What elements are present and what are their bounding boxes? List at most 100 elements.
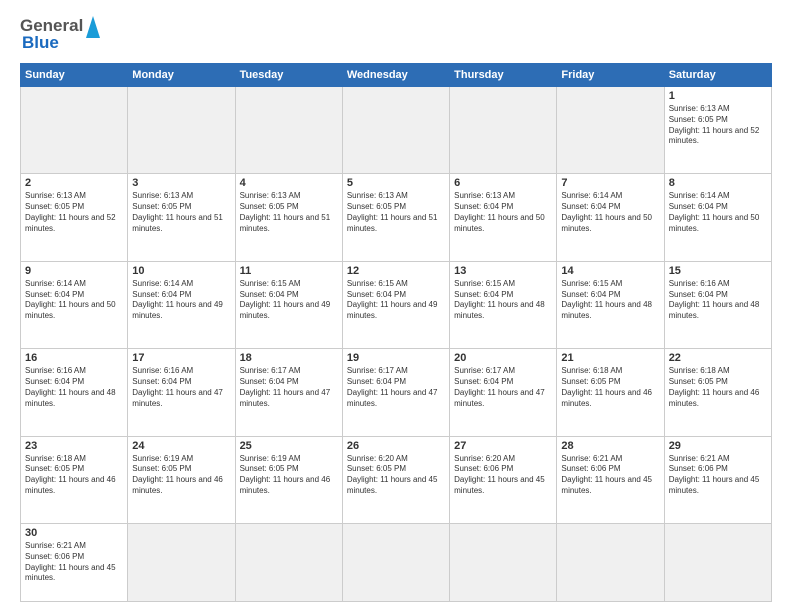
page: General Blue SundayMondayTuesdayWednesda… xyxy=(0,0,792,612)
calendar-week-row: 30Sunrise: 6:21 AMSunset: 6:06 PMDayligh… xyxy=(21,524,772,602)
calendar-day-cell: 3 Sunrise: 6:13 AMSunset: 6:05 PMDaylight… xyxy=(128,174,235,261)
header: General Blue xyxy=(20,16,772,53)
calendar-day-cell: 18Sunrise: 6:17 AMSunset: 6:04 PMDayligh… xyxy=(235,349,342,436)
day-info: Sunrise: 6:19 AMSunset: 6:05 PMDaylight:… xyxy=(240,454,338,497)
calendar-day-cell xyxy=(664,524,771,602)
calendar-header-row: SundayMondayTuesdayWednesdayThursdayFrid… xyxy=(21,64,772,87)
calendar-col-header: Monday xyxy=(128,64,235,87)
calendar-day-cell xyxy=(557,524,664,602)
day-info: Sunrise: 6:17 AMSunset: 6:04 PMDaylight:… xyxy=(454,366,552,409)
calendar-day-cell: 16 Sunrise: 6:16 AMSunset: 6:04 PMDayligh… xyxy=(21,349,128,436)
calendar-day-cell xyxy=(21,87,128,174)
day-number: 21 xyxy=(561,352,659,364)
day-info: Sunrise: 6:18 AMSunset: 6:05 PMDaylight:… xyxy=(669,366,767,409)
day-number: 3 xyxy=(132,177,230,189)
calendar-day-cell: 7 Sunrise: 6:14 AMSunset: 6:04 PMDaylight… xyxy=(557,174,664,261)
day-number: 1 xyxy=(669,90,767,102)
calendar-day-cell: 4 Sunrise: 6:13 AMSunset: 6:05 PMDaylight… xyxy=(235,174,342,261)
day-info: Sunrise: 6:13 AMSunset: 6:05 PMDaylight:… xyxy=(669,104,767,147)
calendar-col-header: Tuesday xyxy=(235,64,342,87)
day-info: Sunrise: 6:21 AMSunset: 6:06 PMDaylight:… xyxy=(25,541,123,584)
calendar-day-cell xyxy=(342,524,449,602)
calendar-day-cell: 1 Sunrise: 6:13 AMSunset: 6:05 PMDaylight… xyxy=(664,87,771,174)
logo-triangle-icon xyxy=(86,16,100,38)
day-number: 2 xyxy=(25,177,123,189)
day-info: Sunrise: 6:17 AMSunset: 6:04 PMDaylight:… xyxy=(347,366,445,409)
day-info: Sunrise: 6:14 AMSunset: 6:04 PMDaylight:… xyxy=(25,279,123,322)
day-info: Sunrise: 6:18 AMSunset: 6:05 PMDaylight:… xyxy=(561,366,659,409)
day-number: 26 xyxy=(347,440,445,452)
day-number: 28 xyxy=(561,440,659,452)
day-number: 6 xyxy=(454,177,552,189)
day-number: 16 xyxy=(25,352,123,364)
day-number: 15 xyxy=(669,265,767,277)
calendar-col-header: Wednesday xyxy=(342,64,449,87)
day-number: 14 xyxy=(561,265,659,277)
calendar-day-cell xyxy=(450,524,557,602)
day-number: 10 xyxy=(132,265,230,277)
day-number: 9 xyxy=(25,265,123,277)
calendar-col-header: Thursday xyxy=(450,64,557,87)
day-number: 23 xyxy=(25,440,123,452)
calendar-day-cell: 20 Sunrise: 6:17 AMSunset: 6:04 PMDayligh… xyxy=(450,349,557,436)
day-info: Sunrise: 6:13 AMSunset: 6:05 PMDaylight:… xyxy=(132,191,230,234)
day-number: 8 xyxy=(669,177,767,189)
day-info: Sunrise: 6:15 AMSunset: 6:04 PMDaylight:… xyxy=(454,279,552,322)
calendar-table: SundayMondayTuesdayWednesdayThursdayFrid… xyxy=(20,63,772,602)
day-number: 25 xyxy=(240,440,338,452)
day-number: 7 xyxy=(561,177,659,189)
day-info: Sunrise: 6:16 AMSunset: 6:04 PMDaylight:… xyxy=(25,366,123,409)
calendar-week-row: 23Sunrise: 6:18 AMSunset: 6:05 PMDayligh… xyxy=(21,436,772,523)
calendar-day-cell: 25 Sunrise: 6:19 AMSunset: 6:05 PMDayligh… xyxy=(235,436,342,523)
day-info: Sunrise: 6:13 AMSunset: 6:04 PMDaylight:… xyxy=(454,191,552,234)
day-info: Sunrise: 6:14 AMSunset: 6:04 PMDaylight:… xyxy=(561,191,659,234)
day-number: 11 xyxy=(240,265,338,277)
calendar-day-cell: 2Sunrise: 6:13 AMSunset: 6:05 PMDaylight… xyxy=(21,174,128,261)
calendar-day-cell: 21 Sunrise: 6:18 AMSunset: 6:05 PMDayligh… xyxy=(557,349,664,436)
calendar-day-cell: 5 Sunrise: 6:13 AMSunset: 6:05 PMDaylight… xyxy=(342,174,449,261)
day-info: Sunrise: 6:13 AMSunset: 6:05 PMDaylight:… xyxy=(347,191,445,234)
day-number: 17 xyxy=(132,352,230,364)
calendar-day-cell: 12 Sunrise: 6:15 AMSunset: 6:04 PMDayligh… xyxy=(342,261,449,348)
calendar-day-cell: 29 Sunrise: 6:21 AMSunset: 6:06 PMDayligh… xyxy=(664,436,771,523)
calendar-day-cell: 15Sunrise: 6:16 AMSunset: 6:04 PMDayligh… xyxy=(664,261,771,348)
day-info: Sunrise: 6:20 AMSunset: 6:05 PMDaylight:… xyxy=(347,454,445,497)
day-info: Sunrise: 6:13 AMSunset: 6:05 PMDaylight:… xyxy=(240,191,338,234)
day-info: Sunrise: 6:21 AMSunset: 6:06 PMDaylight:… xyxy=(669,454,767,497)
calendar-day-cell: 13 Sunrise: 6:15 AMSunset: 6:04 PMDayligh… xyxy=(450,261,557,348)
day-number: 27 xyxy=(454,440,552,452)
day-info: Sunrise: 6:19 AMSunset: 6:05 PMDaylight:… xyxy=(132,454,230,497)
calendar-day-cell: 8 Sunrise: 6:14 AMSunset: 6:04 PMDaylight… xyxy=(664,174,771,261)
calendar-day-cell: 9 Sunrise: 6:14 AMSunset: 6:04 PMDaylight… xyxy=(21,261,128,348)
logo: General Blue xyxy=(20,16,100,53)
calendar-day-cell: 30Sunrise: 6:21 AMSunset: 6:06 PMDayligh… xyxy=(21,524,128,602)
day-info: Sunrise: 6:14 AMSunset: 6:04 PMDaylight:… xyxy=(132,279,230,322)
calendar-day-cell xyxy=(342,87,449,174)
day-info: Sunrise: 6:16 AMSunset: 6:04 PMDaylight:… xyxy=(132,366,230,409)
day-info: Sunrise: 6:15 AMSunset: 6:04 PMDaylight:… xyxy=(561,279,659,322)
calendar-week-row: 2 Sunrise: 6:13 AMSunset: 6:05 PMDaylight… xyxy=(21,174,772,261)
day-number: 18 xyxy=(240,352,338,364)
calendar-day-cell: 28Sunrise: 6:21 AMSunset: 6:06 PMDayligh… xyxy=(557,436,664,523)
day-number: 12 xyxy=(347,265,445,277)
calendar-day-cell: 27Sunrise: 6:20 AMSunset: 6:06 PMDayligh… xyxy=(450,436,557,523)
day-info: Sunrise: 6:15 AMSunset: 6:04 PMDaylight:… xyxy=(347,279,445,322)
day-number: 22 xyxy=(669,352,767,364)
day-number: 20 xyxy=(454,352,552,364)
calendar-day-cell: 11 Sunrise: 6:15 AMSunset: 6:04 PMDayligh… xyxy=(235,261,342,348)
calendar-day-cell: 10 Sunrise: 6:14 AMSunset: 6:04 PMDayligh… xyxy=(128,261,235,348)
calendar-day-cell xyxy=(128,524,235,602)
day-info: Sunrise: 6:14 AMSunset: 6:04 PMDaylight:… xyxy=(669,191,767,234)
day-number: 13 xyxy=(454,265,552,277)
calendar-day-cell xyxy=(128,87,235,174)
calendar-day-cell: 23Sunrise: 6:18 AMSunset: 6:05 PMDayligh… xyxy=(21,436,128,523)
day-info: Sunrise: 6:15 AMSunset: 6:04 PMDaylight:… xyxy=(240,279,338,322)
day-number: 5 xyxy=(347,177,445,189)
calendar-day-cell: 24Sunrise: 6:19 AMSunset: 6:05 PMDayligh… xyxy=(128,436,235,523)
day-number: 4 xyxy=(240,177,338,189)
calendar-week-row: 16 Sunrise: 6:16 AMSunset: 6:04 PMDayligh… xyxy=(21,349,772,436)
calendar-col-header: Saturday xyxy=(664,64,771,87)
calendar-day-cell xyxy=(557,87,664,174)
day-number: 19 xyxy=(347,352,445,364)
day-number: 29 xyxy=(669,440,767,452)
